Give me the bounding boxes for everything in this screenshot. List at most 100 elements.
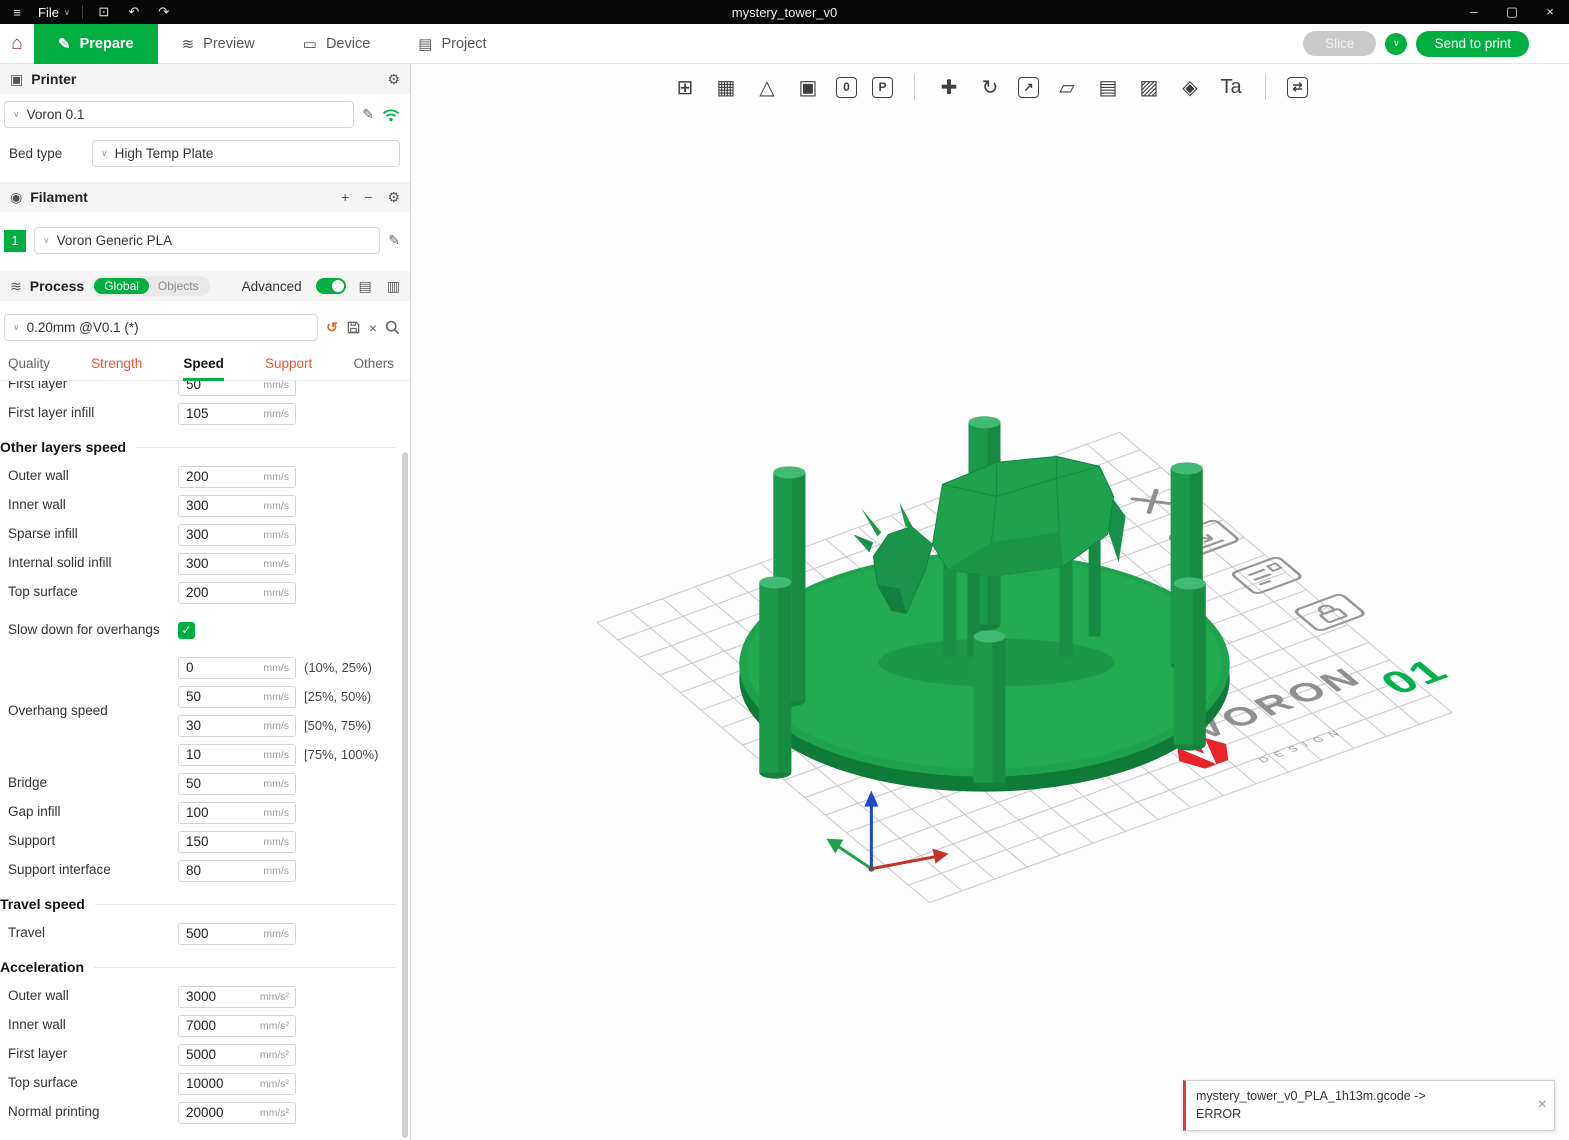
setting-input[interactable]: 30mm/s xyxy=(178,715,296,737)
move-icon[interactable]: ✚ xyxy=(936,75,962,100)
setting-input[interactable]: 3000mm/s² xyxy=(178,986,296,1008)
add-filament-icon[interactable]: + xyxy=(341,189,349,205)
setting-input[interactable]: 300mm/s xyxy=(178,524,296,546)
sidebar-scrollbar[interactable] xyxy=(402,452,408,1138)
setting-unit: mm/s xyxy=(263,836,295,848)
filament-edit-icon[interactable]: ✎ xyxy=(388,232,400,249)
rotate-icon[interactable]: ↻ xyxy=(977,75,1003,100)
tab-project[interactable]: ▤ Project xyxy=(394,24,510,64)
add-plate-icon[interactable]: ▦ xyxy=(713,75,739,100)
tab-prepare[interactable]: ✎ Prepare xyxy=(34,24,158,64)
send-to-print-button[interactable]: Send to print xyxy=(1416,31,1529,57)
slice-button[interactable]: Slice xyxy=(1303,31,1376,56)
chevron-down-icon: ∨ xyxy=(13,322,20,333)
process-list-icon[interactable]: ▤ xyxy=(359,278,372,295)
home-button[interactable]: ⌂ xyxy=(0,24,34,64)
setting-input[interactable]: 150mm/s xyxy=(178,831,296,853)
scope-objects-button[interactable]: Objects xyxy=(149,278,208,294)
viewport-3d[interactable]: ⊞ ▦ △ ▣ 0P ✚ ↻ ↗ ▱ ▤ ▨ ◈ Ta ⇄ xyxy=(411,64,1569,1140)
copy-icon[interactable]: 0 xyxy=(836,77,857,98)
setting-input[interactable]: 100mm/s xyxy=(178,802,296,824)
setting-input[interactable]: 50mm/s xyxy=(178,773,296,795)
printer-edit-icon[interactable]: ✎ xyxy=(362,106,374,123)
tab-support[interactable]: Support xyxy=(265,346,312,381)
bed-type-select[interactable]: ∨ High Temp Plate xyxy=(92,140,400,167)
tab-speed[interactable]: Speed xyxy=(183,346,224,381)
settings-list: First layer50mm/sFirst layer infill105mm… xyxy=(0,381,410,1140)
setting-input[interactable]: 20000mm/s² xyxy=(178,1102,296,1124)
scene-canvas[interactable]: VORON DESIGN 01 xyxy=(411,64,1569,1140)
scale-icon[interactable]: ↗ xyxy=(1018,77,1039,98)
preset-compare-icon[interactable]: ▥ xyxy=(387,278,400,295)
setting-checkbox[interactable]: ✓ xyxy=(178,622,195,639)
setting-input[interactable]: 300mm/s xyxy=(178,553,296,575)
save-preset-icon[interactable] xyxy=(346,320,361,335)
tab-strength[interactable]: Strength xyxy=(91,346,142,381)
undo-icon[interactable]: ↶ xyxy=(125,4,143,20)
save-project-icon[interactable]: ⊡ xyxy=(95,4,113,20)
chevron-down-icon: ∨ xyxy=(13,109,20,120)
filament-slot-badge[interactable]: 1 xyxy=(4,230,26,252)
minimize-button[interactable]: – xyxy=(1455,0,1493,24)
preset-row: ∨ 0.20mm @V0.1 (*) ↺ × xyxy=(0,307,410,346)
setting-row: Sparse infill300mm/s xyxy=(8,520,410,549)
setting-input[interactable]: 50mm/s xyxy=(178,686,296,708)
paste-icon[interactable]: P xyxy=(872,77,893,98)
setting-input[interactable]: 5000mm/s² xyxy=(178,1044,296,1066)
file-menu[interactable]: File ∨ xyxy=(38,5,70,20)
window-title: mystery_tower_v0 xyxy=(0,5,1569,20)
printer-settings-gear-icon[interactable]: ⚙ xyxy=(387,71,400,88)
tab-device[interactable]: ▭ Device xyxy=(279,24,395,64)
setting-row-group: Overhang speed0mm/s(10%, 25%)50mm/s[25%,… xyxy=(8,653,410,769)
setting-input[interactable]: 105mm/s xyxy=(178,403,296,425)
tower-pillar[interactable] xyxy=(1174,577,1206,750)
tower-pillar[interactable] xyxy=(973,630,1005,788)
bed-type-row: Bed type ∨ High Temp Plate xyxy=(0,133,410,172)
auto-orient-icon[interactable]: △ xyxy=(754,75,780,100)
plate-close-icon[interactable] xyxy=(1133,490,1173,512)
maximize-button[interactable]: ▢ xyxy=(1493,0,1531,24)
setting-row: Inner wall300mm/s xyxy=(8,491,410,520)
printer-wifi-icon[interactable] xyxy=(382,108,400,122)
scope-global-button[interactable]: Global xyxy=(94,278,149,294)
tab-quality[interactable]: Quality xyxy=(8,346,50,381)
setting-input[interactable]: 200mm/s xyxy=(178,466,296,488)
filament-icon: ◉ xyxy=(10,189,22,206)
close-button[interactable]: × xyxy=(1531,0,1569,24)
variable-layer-height-icon[interactable]: ▤ xyxy=(1095,75,1121,100)
seam-painting-icon[interactable]: ◈ xyxy=(1177,75,1203,100)
filament-settings-gear-icon[interactable]: ⚙ xyxy=(387,189,400,206)
section-divider xyxy=(95,904,396,905)
clear-preset-icon[interactable]: × xyxy=(369,320,377,336)
search-preset-icon[interactable] xyxy=(385,320,400,335)
setting-input[interactable]: 7000mm/s² xyxy=(178,1015,296,1037)
setting-input[interactable]: 0mm/s xyxy=(178,657,296,679)
remove-filament-icon[interactable]: − xyxy=(364,189,372,205)
advanced-toggle[interactable] xyxy=(316,278,346,294)
plate-lock-icon[interactable] xyxy=(1294,593,1366,631)
redo-icon[interactable]: ↷ xyxy=(155,4,173,20)
flatten-icon[interactable]: ▱ xyxy=(1054,75,1080,100)
setting-input[interactable]: 50mm/s xyxy=(178,381,296,396)
tab-others[interactable]: Others xyxy=(353,346,394,381)
printer-select[interactable]: ∨ Voron 0.1 xyxy=(4,101,354,128)
setting-input[interactable]: 10000mm/s² xyxy=(178,1073,296,1095)
reset-preset-icon[interactable]: ↺ xyxy=(326,319,338,336)
setting-input[interactable]: 10mm/s xyxy=(178,744,296,766)
support-painting-icon[interactable]: ▨ xyxy=(1136,75,1162,100)
setting-input[interactable]: 300mm/s xyxy=(178,495,296,517)
tower-pillar[interactable] xyxy=(759,576,791,778)
tab-preview[interactable]: ≋ Preview xyxy=(158,24,279,64)
add-model-icon[interactable]: ⊞ xyxy=(672,75,698,100)
setting-input[interactable]: 80mm/s xyxy=(178,860,296,882)
filament-select[interactable]: ∨ Voron Generic PLA xyxy=(34,227,380,254)
arrange-icon[interactable]: ▣ xyxy=(795,75,821,100)
text-shape-icon[interactable]: Ta xyxy=(1218,76,1244,99)
setting-input[interactable]: 500mm/s xyxy=(178,923,296,945)
send-options-button[interactable]: ∨ xyxy=(1385,33,1407,55)
menu-icon[interactable]: ≡ xyxy=(8,5,26,20)
process-preset-select[interactable]: ∨ 0.20mm @V0.1 (*) xyxy=(4,314,318,341)
setting-input[interactable]: 200mm/s xyxy=(178,582,296,604)
notification-close-icon[interactable]: × xyxy=(1538,1096,1547,1114)
assembly-view-icon[interactable]: ⇄ xyxy=(1287,77,1308,98)
